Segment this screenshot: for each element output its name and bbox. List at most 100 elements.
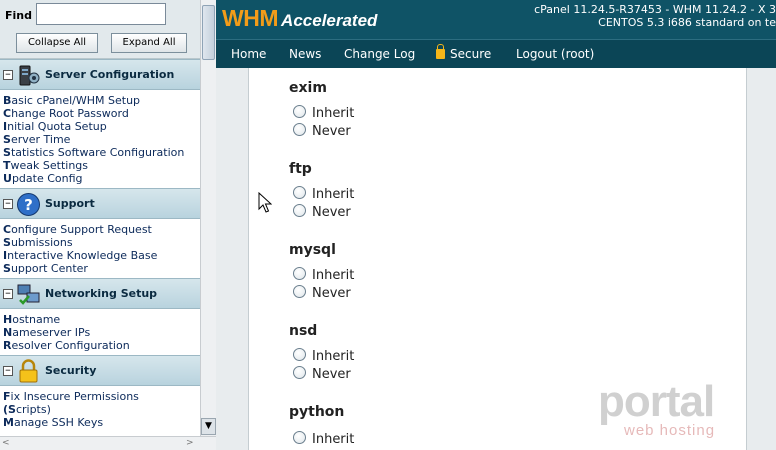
radio-option-never[interactable]: Never — [293, 123, 351, 139]
nav-news[interactable]: News — [289, 47, 321, 61]
nav-change-log[interactable]: Change Log — [344, 47, 415, 61]
scrollbar-thumb[interactable] — [202, 5, 215, 60]
mouse-cursor-icon — [258, 192, 272, 213]
find-label: Find — [5, 9, 32, 22]
radio-option-inherit[interactable]: Inherit — [293, 348, 354, 364]
sidebar-vertical-scrollbar[interactable]: ▼ — [200, 0, 216, 436]
collapse-toggle-icon[interactable]: − — [3, 199, 13, 209]
sidebar-link-hostname[interactable]: Hostname — [3, 313, 200, 326]
sidebar-link-resolver-configuration[interactable]: Resolver Configuration — [3, 339, 200, 352]
radio-label: Inherit — [312, 432, 355, 447]
sidebar-link-basic-setup[interactable]: Basic cPanel/WHM Setup — [3, 94, 200, 107]
section-list-server-configuration: Basic cPanel/WHM Setup Change Root Passw… — [0, 90, 200, 188]
radio-label: Never — [312, 205, 351, 220]
logo-text-whm: WHM — [222, 5, 278, 31]
collapse-toggle-icon[interactable]: − — [3, 366, 13, 376]
service-title: mysql — [289, 242, 336, 258]
top-nav: Home News Change Log Secure Logout (root… — [216, 39, 776, 68]
padlock-icon — [19, 359, 38, 383]
header-bar: WHM Accelerated cPanel 11.24.5-R37453 - … — [216, 0, 776, 39]
radio-option-never[interactable]: Never — [293, 204, 351, 220]
sidebar-link-submissions[interactable]: Submissions — [3, 236, 200, 249]
section-list-networking-setup: Hostname Nameserver IPs Resolver Configu… — [0, 309, 200, 355]
find-input[interactable] — [36, 3, 166, 25]
radio-button[interactable] — [293, 123, 306, 136]
section-list-security: Fix Insecure Permissions (Scripts) Manag… — [0, 386, 200, 432]
radio-button[interactable] — [293, 285, 306, 298]
service-title: python — [289, 404, 345, 420]
sidebar-link-support-center[interactable]: Support Center — [3, 262, 200, 275]
sidebar-link-initial-quota-setup[interactable]: Initial Quota Setup — [3, 120, 200, 133]
radio-option-inherit[interactable]: Inherit — [293, 186, 354, 202]
section-title: Security — [45, 364, 97, 377]
section-header-support[interactable]: − ? Support — [0, 188, 200, 219]
collapse-toggle-icon[interactable]: − — [3, 289, 13, 299]
section-title: Support — [45, 197, 95, 210]
section-header-security[interactable]: − Security — [0, 355, 200, 386]
sidebar-link-fix-insecure-permissions[interactable]: Fix Insecure Permissions — [3, 390, 200, 403]
scroll-left-arrow-icon[interactable]: < — [2, 438, 10, 448]
sidebar-link-manage-ssh-keys[interactable]: Manage SSH Keys — [3, 416, 200, 429]
content-panel: exim Inherit Never ftp Inherit Never mys… — [248, 68, 747, 450]
scroll-down-arrow-icon[interactable]: ▼ — [201, 418, 216, 435]
radio-button[interactable] — [293, 366, 306, 379]
sidebar-link-knowledge-base[interactable]: Interactive Knowledge Base — [3, 249, 200, 262]
sidebar-link-nameserver-ips[interactable]: Nameserver IPs — [3, 326, 200, 339]
section-title: Server Configuration — [45, 68, 175, 81]
version-line-1: cPanel 11.24.5-R37453 - WHM 11.24.2 - X … — [534, 3, 776, 16]
radio-button[interactable] — [293, 431, 306, 444]
radio-label: Inherit — [312, 187, 355, 202]
question-icon: ? — [17, 193, 40, 216]
version-line-2: CENTOS 5.3 i686 standard on te — [598, 16, 776, 29]
section-title: Networking Setup — [45, 287, 158, 300]
radio-button[interactable] — [293, 105, 306, 118]
radio-option-inherit[interactable]: Inherit — [293, 431, 354, 447]
radio-option-inherit[interactable]: Inherit — [293, 105, 354, 121]
sidebar-panel: Find Collapse All Expand All − Server Co… — [0, 0, 200, 436]
sidebar-link-update-config[interactable]: Update Config — [3, 172, 200, 185]
radio-label: Inherit — [312, 349, 355, 364]
radio-label: Inherit — [312, 268, 355, 283]
collapse-toggle-icon[interactable]: − — [3, 70, 13, 80]
nav-logout[interactable]: Logout (root) — [516, 47, 594, 61]
server-icon — [19, 65, 40, 86]
section-header-server-configuration[interactable]: − Server Configuration — [0, 59, 200, 90]
service-group-mysql: mysql Inherit Never — [289, 242, 354, 301]
nav-home[interactable]: Home — [231, 47, 266, 61]
find-bar: Find Collapse All Expand All — [0, 0, 200, 59]
radio-button[interactable] — [293, 186, 306, 199]
radio-option-inherit[interactable]: Inherit — [293, 267, 354, 283]
service-group-python: python Inherit — [289, 404, 354, 447]
sidebar-link-scripts[interactable]: (Scripts) — [3, 403, 200, 416]
radio-button[interactable] — [293, 204, 306, 217]
scroll-right-arrow-icon[interactable]: > — [186, 438, 194, 448]
nav-secure[interactable]: Secure — [436, 44, 491, 61]
sidebar-link-server-time[interactable]: Server Time — [3, 133, 200, 146]
logo-text-accelerated: Accelerated — [281, 11, 378, 30]
radio-label: Never — [312, 124, 351, 139]
service-title: nsd — [289, 323, 318, 339]
sidebar-link-configure-support-request[interactable]: Configure Support Request — [3, 223, 200, 236]
service-title: ftp — [289, 161, 312, 177]
sidebar-link-statistics-software[interactable]: Statistics Software Configuration — [3, 146, 200, 159]
whm-logo: WHM Accelerated — [222, 5, 377, 32]
collapse-all-button[interactable]: Collapse All — [16, 33, 98, 53]
radio-label: Never — [312, 367, 351, 382]
radio-option-never[interactable]: Never — [293, 285, 351, 301]
radio-button[interactable] — [293, 348, 306, 361]
service-group-nsd: nsd Inherit Never — [289, 323, 354, 382]
section-header-networking-setup[interactable]: − Networking Setup — [0, 278, 200, 309]
service-title: exim — [289, 80, 327, 96]
left-frame: Find Collapse All Expand All − Server Co… — [0, 0, 216, 450]
service-group-ftp: ftp Inherit Never — [289, 161, 354, 220]
radio-option-never[interactable]: Never — [293, 366, 351, 382]
radio-button[interactable] — [293, 267, 306, 280]
sidebar-horizontal-scrollbar[interactable]: < > — [0, 436, 216, 450]
radio-label: Inherit — [312, 106, 355, 121]
sidebar-link-change-root-password[interactable]: Change Root Password — [3, 107, 200, 120]
service-group-exim: exim Inherit Never — [289, 80, 354, 139]
sidebar-link-tweak-settings[interactable]: Tweak Settings — [3, 159, 200, 172]
version-info: cPanel 11.24.5-R37453 - WHM 11.24.2 - X … — [534, 3, 776, 29]
section-list-support: Configure Support Request Submissions In… — [0, 219, 200, 278]
expand-all-button[interactable]: Expand All — [111, 33, 187, 53]
